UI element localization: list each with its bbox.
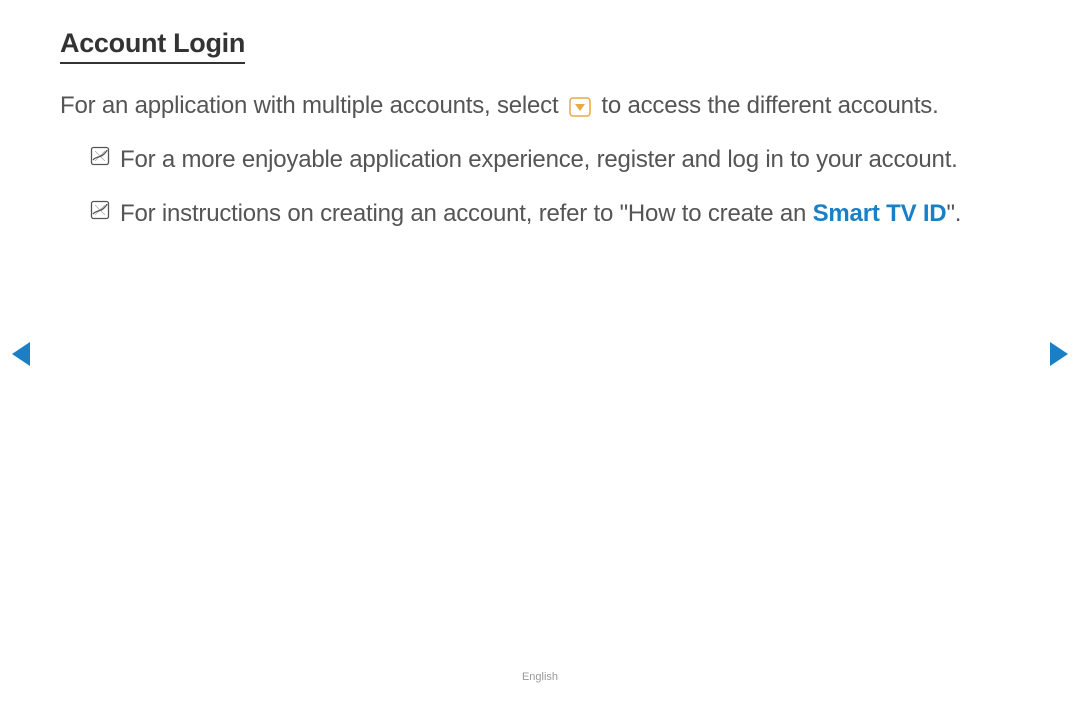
intro-text-pre: For an application with multiple account… (60, 92, 565, 119)
note-text-wrapper: For instructions on creating an account,… (120, 196, 961, 232)
note-item: For a more enjoyable application experie… (60, 142, 1020, 178)
note-text-pre: For instructions on creating an account,… (120, 200, 813, 227)
smart-tv-id-link[interactable]: Smart TV ID (813, 200, 947, 227)
footer-language: English (0, 671, 1080, 683)
intro-text-post: to access the different accounts. (595, 92, 939, 119)
nav-next-button[interactable] (1048, 340, 1070, 368)
dropdown-icon (569, 97, 591, 117)
nav-previous-button[interactable] (10, 340, 32, 368)
note-item: For instructions on creating an account,… (60, 196, 1020, 232)
page-title: Account Login (60, 28, 245, 64)
intro-paragraph: For an application with multiple account… (60, 88, 1020, 124)
note-icon (90, 146, 110, 166)
note-icon (90, 200, 110, 220)
note-text-post: ". (946, 200, 961, 227)
note-text: For a more enjoyable application experie… (120, 142, 958, 178)
